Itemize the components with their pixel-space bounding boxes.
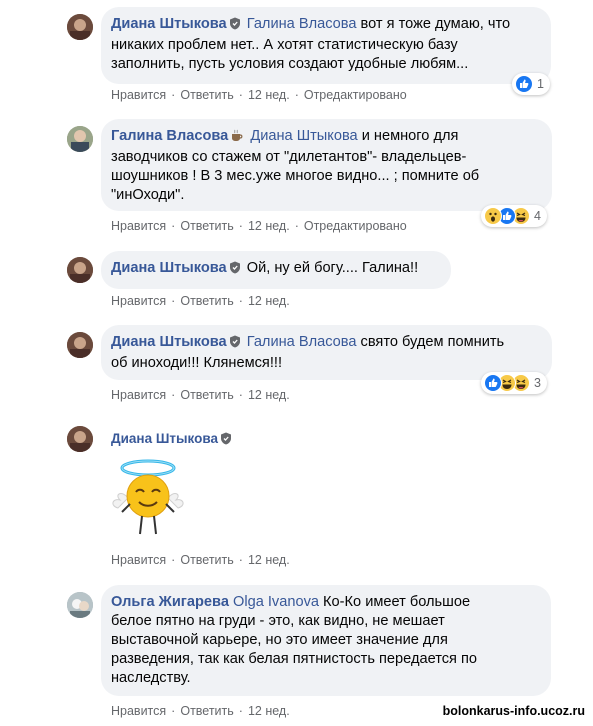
comment-author[interactable]: Диана Штыкова bbox=[111, 334, 227, 350]
mention-link[interactable]: Галина Власова bbox=[247, 334, 357, 350]
reply-link[interactable]: Ответить bbox=[180, 88, 233, 102]
comment-text: вот я тоже думаю, что bbox=[356, 16, 511, 32]
reply-link[interactable]: Ответить bbox=[180, 704, 233, 718]
reply-link[interactable]: Ответить bbox=[180, 388, 233, 402]
shield-icon bbox=[229, 261, 241, 280]
avatar[interactable] bbox=[67, 592, 93, 618]
comment-text: шоушников ! В 3 мес.уже многое видно... … bbox=[111, 168, 480, 184]
comment-actions: Нравится · Ответить · 12 нед. · Отредактирован… bbox=[111, 88, 407, 102]
comment-bubble: Диана Штыкова Галина Власова вот я тоже … bbox=[101, 7, 551, 84]
like-link[interactable]: Нравится bbox=[111, 704, 166, 718]
like-link[interactable]: Нравится bbox=[111, 88, 166, 102]
avatar[interactable] bbox=[67, 126, 93, 152]
comment-bubble: Галина Власова Диана Штыкова и немного д… bbox=[101, 119, 552, 211]
shield-icon bbox=[220, 432, 232, 449]
reaction-count: 4 bbox=[534, 209, 541, 223]
timestamp[interactable]: 12 нед. bbox=[248, 704, 290, 718]
wow-icon bbox=[484, 207, 502, 225]
reaction-count: 1 bbox=[537, 77, 544, 91]
like-link[interactable]: Нравится bbox=[111, 388, 166, 402]
like-link[interactable]: Нравится bbox=[111, 553, 166, 567]
comment-author[interactable]: Галина Власова bbox=[111, 128, 228, 144]
comment-bubble: Диана Штыкова Галина Власова свято будем… bbox=[101, 325, 552, 380]
shield-icon bbox=[229, 17, 241, 36]
reply-link[interactable]: Ответить bbox=[180, 219, 233, 233]
comment-author[interactable]: Диана Штыкова bbox=[111, 260, 227, 276]
mention-link[interactable]: Диана Штыкова bbox=[250, 128, 357, 144]
like-link[interactable]: Нравится bbox=[111, 294, 166, 308]
comment-actions: Нравится · Ответить · 12 нед. bbox=[111, 553, 290, 567]
timestamp[interactable]: 12 нед. bbox=[248, 553, 290, 567]
edited-label: Отредактировано bbox=[303, 219, 407, 233]
timestamp[interactable]: 12 нед. bbox=[248, 294, 290, 308]
comment-author[interactable]: Ольга Жигарева bbox=[111, 594, 229, 610]
comment-text: заполнить, пусть условия создают удобные… bbox=[111, 56, 469, 72]
comment-text: "инОходи". bbox=[111, 187, 185, 203]
comment-bubble: Ольга Жигарева Olga Ivanova Ко-Ко имеет … bbox=[101, 585, 551, 696]
comment-actions: Нравится · Ответить · 12 нед. bbox=[111, 388, 290, 402]
reactions-summary[interactable]: 4 bbox=[481, 205, 547, 227]
reply-link[interactable]: Ответить bbox=[180, 294, 233, 308]
coffee-icon bbox=[230, 129, 244, 148]
like-icon bbox=[515, 75, 533, 93]
comment-text: разведения, так как белая пятнистость пе… bbox=[111, 651, 478, 667]
comment-author[interactable]: Диана Штыкова bbox=[111, 431, 218, 446]
comment-author[interactable]: Диана Штыкова bbox=[111, 16, 227, 32]
comment-text: белое пятно на груди - это, как видно, н… bbox=[111, 613, 445, 629]
timestamp[interactable]: 12 нед. bbox=[248, 219, 290, 233]
reactions-summary[interactable]: 3 bbox=[481, 372, 547, 394]
comment-text: свято будем помнить bbox=[356, 334, 505, 350]
reactions-summary[interactable]: 1 bbox=[512, 73, 550, 95]
timestamp[interactable]: 12 нед. bbox=[248, 388, 290, 402]
mention-link[interactable]: Галина Власова bbox=[247, 16, 357, 32]
mention-link[interactable]: Olga Ivanova bbox=[233, 594, 319, 610]
comment-text: заводчиков со стажем от "дилетантов"- вл… bbox=[111, 149, 467, 165]
comment-actions: Нравится · Ответить · 12 нед. bbox=[111, 294, 290, 308]
comment-text: никаких проблем нет.. А хотят статистиче… bbox=[111, 37, 458, 53]
comment-text: Ой, ну ей богу.... Галина!! bbox=[246, 260, 419, 276]
comment-text: выставочной карьере, но это имеет значен… bbox=[111, 632, 448, 648]
avatar[interactable] bbox=[67, 332, 93, 358]
edited-label: Отредактировано bbox=[303, 88, 407, 102]
comment-actions: Нравится · Ответить · 12 нед. · Отредактирован… bbox=[111, 219, 407, 233]
avatar[interactable] bbox=[67, 14, 93, 40]
watermark: bolonkarus-info.ucoz.ru bbox=[442, 704, 585, 718]
comment-text: Ко-Ко имеет большое bbox=[319, 594, 471, 610]
comment-text: наследству. bbox=[111, 670, 191, 686]
comment-text: и немного для bbox=[357, 128, 459, 144]
like-icon bbox=[484, 374, 502, 392]
angel-emoji-sticker[interactable] bbox=[108, 456, 188, 540]
comment-actions: Нравится · Ответить · 12 нед. bbox=[111, 704, 290, 718]
shield-icon bbox=[229, 335, 241, 354]
reply-link[interactable]: Ответить bbox=[180, 553, 233, 567]
reaction-count: 3 bbox=[534, 376, 541, 390]
comment-bubble: Диана Штыкова Ой, ну ей богу.... Галина!… bbox=[101, 251, 451, 289]
avatar[interactable] bbox=[67, 257, 93, 283]
like-link[interactable]: Нравится bbox=[111, 219, 166, 233]
comment-text: об иноходи!!! Клянемся!!! bbox=[111, 355, 282, 371]
timestamp[interactable]: 12 нед. bbox=[248, 88, 290, 102]
avatar[interactable] bbox=[67, 426, 93, 452]
